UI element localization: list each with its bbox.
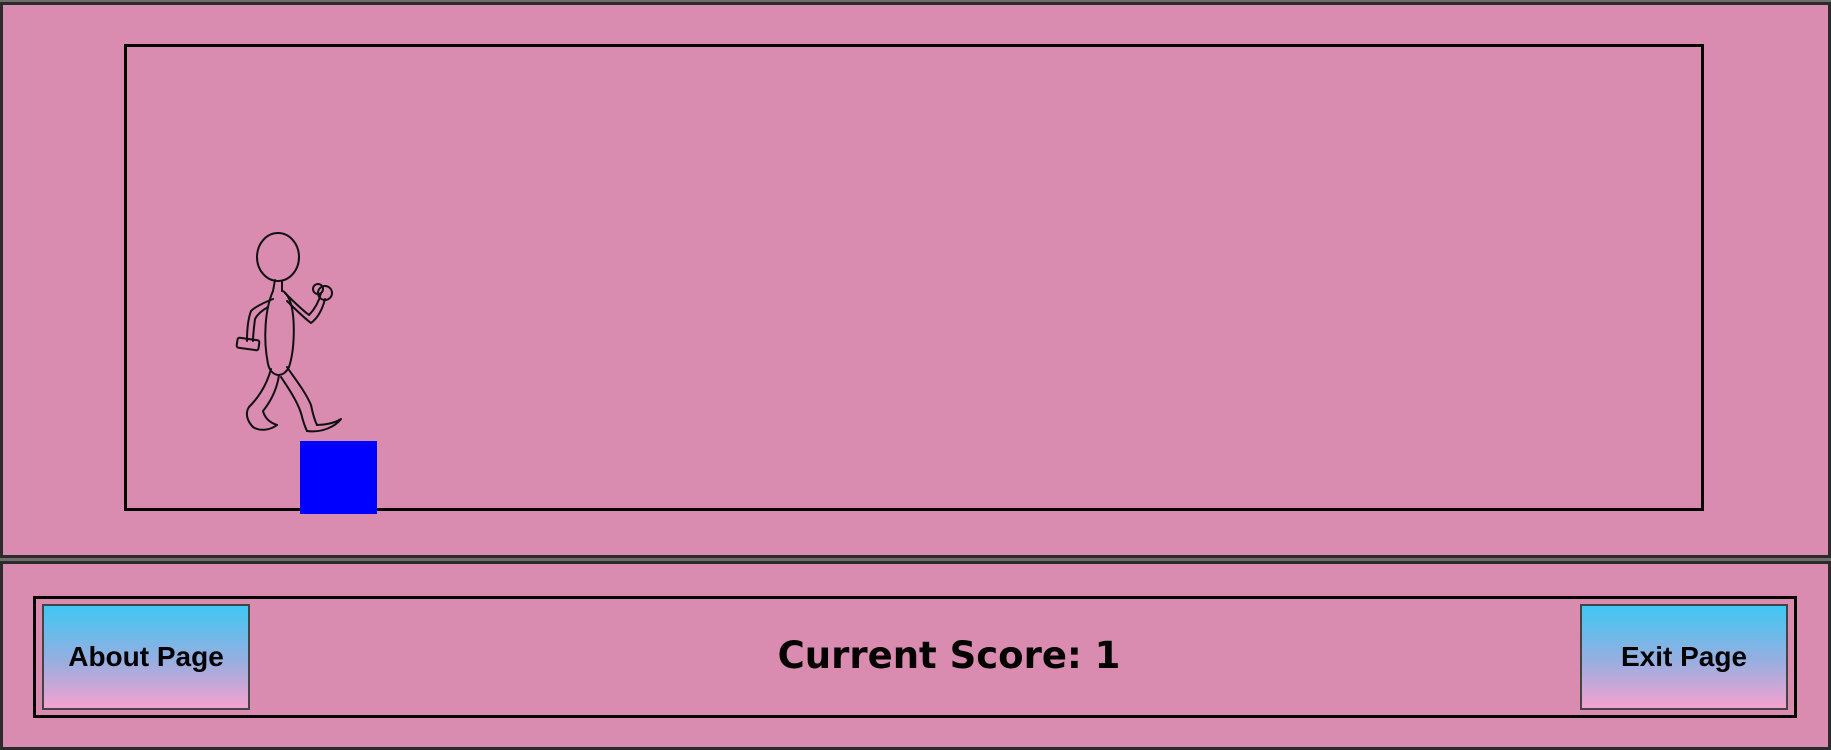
- stick-figure-running-icon: [235, 232, 342, 433]
- control-bar: About Page Current Score: 1 Exit Page: [33, 596, 1797, 718]
- about-page-button[interactable]: About Page: [42, 604, 250, 710]
- current-score: Current Score: 1: [749, 634, 1149, 677]
- game-canvas[interactable]: [124, 44, 1704, 514]
- control-panel: About Page Current Score: 1 Exit Page: [0, 561, 1831, 750]
- exit-page-button[interactable]: Exit Page: [1580, 604, 1788, 710]
- game-panel: [0, 2, 1831, 558]
- score-label: Current Score:: [777, 634, 1095, 677]
- obstacle-block: [300, 441, 377, 514]
- score-value: 1: [1094, 634, 1121, 677]
